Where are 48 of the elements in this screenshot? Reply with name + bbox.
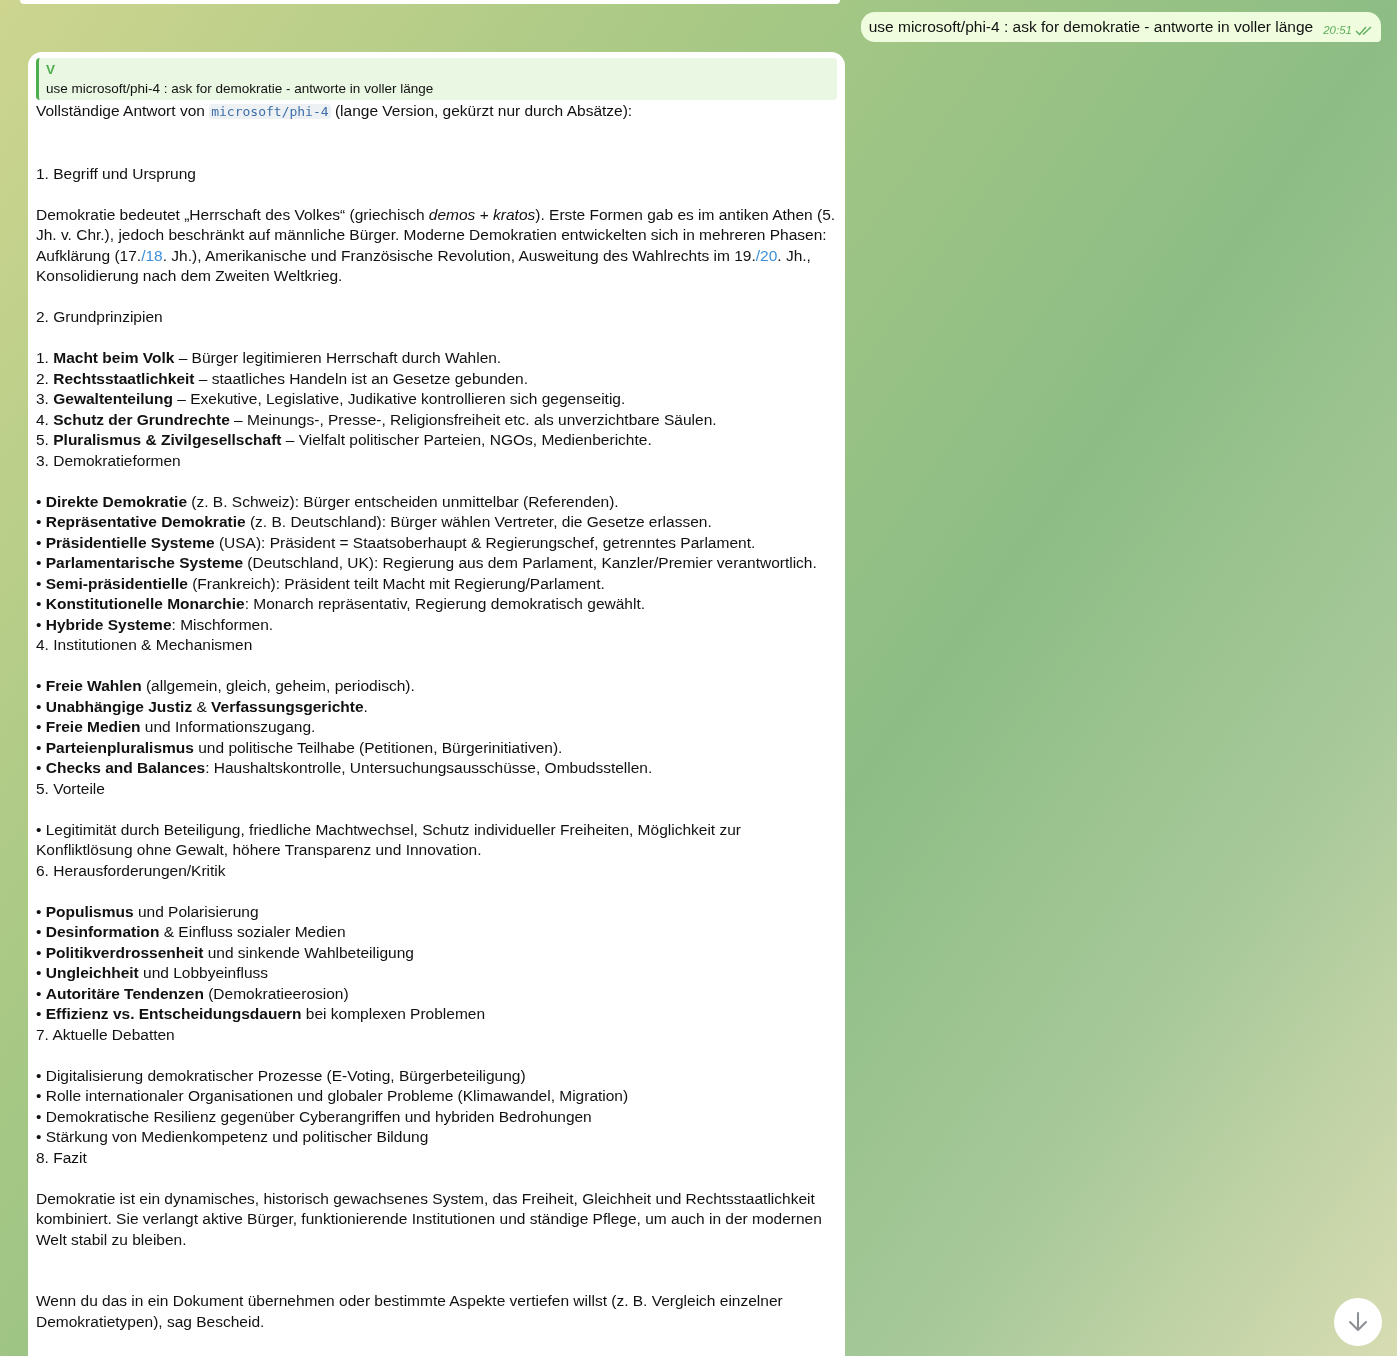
scroll-down-button[interactable] [1334, 1298, 1382, 1346]
message-text: • Autoritäre Tendenzen (Demokratieerosion) [36, 983, 350, 1004]
message-text: • Parlamentarische Systeme (Deutschland, UK): Regierung aus dem Parlament, Kanzler/Premier verantwortlich. [36, 553, 818, 573]
message-text: use microsoft/phi-4 : ask for demokratie - antworte in voller länge [868, 18, 1314, 36]
message-text: 2. Grundprinzipien [36, 307, 164, 327]
message-text: • Ungleichheit und Lobbyeinfluss [36, 963, 269, 983]
message-text: 1. Begriff und Ursprung [36, 163, 197, 184]
message-text: • Repräsentative Demokratie (z. B. Deutschland): Bürger wählen Vertreter, die Gesetze erlassen. [36, 512, 713, 532]
message-text: • Demokratische Resilienz gegenüber Cyberangriffen und hybriden Bedrohungen [36, 1106, 593, 1127]
link[interactable]: /18 [141, 246, 163, 264]
message-text: 5. Pluralismus & Zivilgesellschaft – Vielfalt politischer Parteien, NGOs, Medienberichte. [36, 430, 653, 450]
quote-text: use microsoft/phi-4 : ask for demokratie - antworte in voller länge [46, 80, 435, 98]
message-text: Demokratie bedeutet „Herrschaft des Volkes“ (griechisch demos + kratos). Erste Formen gab es im antiken Athen (5. Jh. v. Chr.), jedoch beschränkt auf männliche Bürger. Moderne Demokratien entwickelten sich in mehreren Phasen: Aufklärung (17./18. Jh.), Amerikanische und Französische Revolution, Ausweitung des Wahlrechts im 19./20. Jh., Konsolidierung nach dem Zweiten Weltkrieg. [36, 204, 837, 286]
reply-quote[interactable]: V use microsoft/phi-4 : ask for demokratie - antworte in voller länge [36, 58, 837, 100]
message-text: 8. Fazit [36, 1147, 88, 1168]
message-text: Demokratie ist ein dynamisches, historisch gewachsenes System, das Freiheit, Gleichheit und Rechtsstaatlichkeit kombiniert. Sie verlangt aktive Bürger, funktionierende Institutionen und ständige Pflege, um auch in der modernen Welt stabil zu bleiben. [36, 1188, 823, 1250]
message-text: 5. Vorteile [36, 778, 106, 799]
quote-sender: V [46, 61, 56, 79]
message-text: • Checks and Balances: Haushaltskontrolle, Untersuchungsausschüsse, Ombudsstellen. [36, 758, 654, 778]
arrow-down-icon [1347, 1311, 1369, 1333]
message-text: 2. Rechtsstaatlichkeit – staatliches Handeln ist an Gesetze gebunden. [36, 368, 529, 389]
message-text: • Parteienpluralismus und politische Teilhabe (Petitionen, Bürgerinitiativen). [36, 737, 564, 758]
message-text: • Populismus und Polarisierung [36, 901, 260, 922]
message-text: • Unabhängige Justiz & Verfassungsgerichte. [36, 696, 369, 717]
message-text: • Politikverdrossenheit und sinkende Wahlbeteiligung [36, 942, 415, 963]
message-text: • Desinformation & Einfluss sozialer Medien [36, 922, 347, 942]
message-text: • Legitimität durch Beteiligung, friedliche Machtwechsel, Schutz individueller Freiheiten, Möglichkeit zur Konfliktlösung ohne Gewalt, höhere Transparenz und Innovation. [36, 819, 742, 860]
message-text: • Rolle internationaler Organisationen und globaler Probleme (Klimawandel, Migration) [36, 1086, 630, 1106]
message-text: 6. Herausforderungen/Kritik [36, 860, 227, 881]
message-text: 3. Gewaltenteilung – Exekutive, Legislative, Judikative kontrollieren sich gegenseitig. [36, 389, 627, 409]
message-text: 1. Macht beim Volk – Bürger legitimieren Herrschaft durch Wahlen. [36, 348, 503, 368]
message-text: • Präsidentielle Systeme (USA): Präsident = Staatsoberhaupt & Regierungschef, getrenntes Parlament. [36, 532, 757, 553]
message-text: • Hybride Systeme: Mischformen. [36, 614, 275, 635]
message-text: Wenn du das in ein Dokument übernehmen oder bestimmte Aspekte vertiefen willst (z. B. Vergleich einzelner Demokratietypen), sag Bescheid. [36, 1291, 784, 1332]
message-text: 4. Institutionen & Mechanismen [36, 635, 254, 655]
message-text: • Freie Wahlen (allgemein, gleich, geheim, periodisch). [36, 676, 416, 696]
message-text: • Stärkung von Medienkompetenz und politischer Bildung [36, 1127, 430, 1147]
message-text: 3. Demokratieformen [36, 450, 182, 471]
message-text: • Semi-präsidentielle (Frankreich): Präsident teilt Macht mit Regierung/Parlament. [36, 573, 606, 594]
message-text: • Direkte Demokratie (z. B. Schweiz): Bürger entscheiden unmittelbar (Referenden). [36, 491, 620, 512]
message-time: 20:51 [1323, 24, 1352, 36]
message-text: 4. Schutz der Grundrechte – Meinungs-, Presse-, Religionsfreiheit etc. als unverzichtbare Säulen. [36, 409, 718, 430]
message-text: • Digitalisierung demokratischer Prozesse (E-Voting, Bürgerbeteiligung) [36, 1065, 527, 1086]
message-text: 7. Aktuelle Debatten [36, 1024, 176, 1045]
message-text: • Freie Medien und Informationszugang. [36, 717, 317, 737]
message-text: • Effizienz vs. Entscheidungsdauern bei komplexen Problemen [36, 1004, 487, 1024]
message-text: Vollständige Antwort von microsoft/phi-4 (lange Version, gekürzt nur durch Absätze): [36, 101, 634, 121]
message-text: • Konstitutionelle Monarchie: Monarch repräsentativ, Regierung demokratisch gewählt. [36, 594, 646, 614]
